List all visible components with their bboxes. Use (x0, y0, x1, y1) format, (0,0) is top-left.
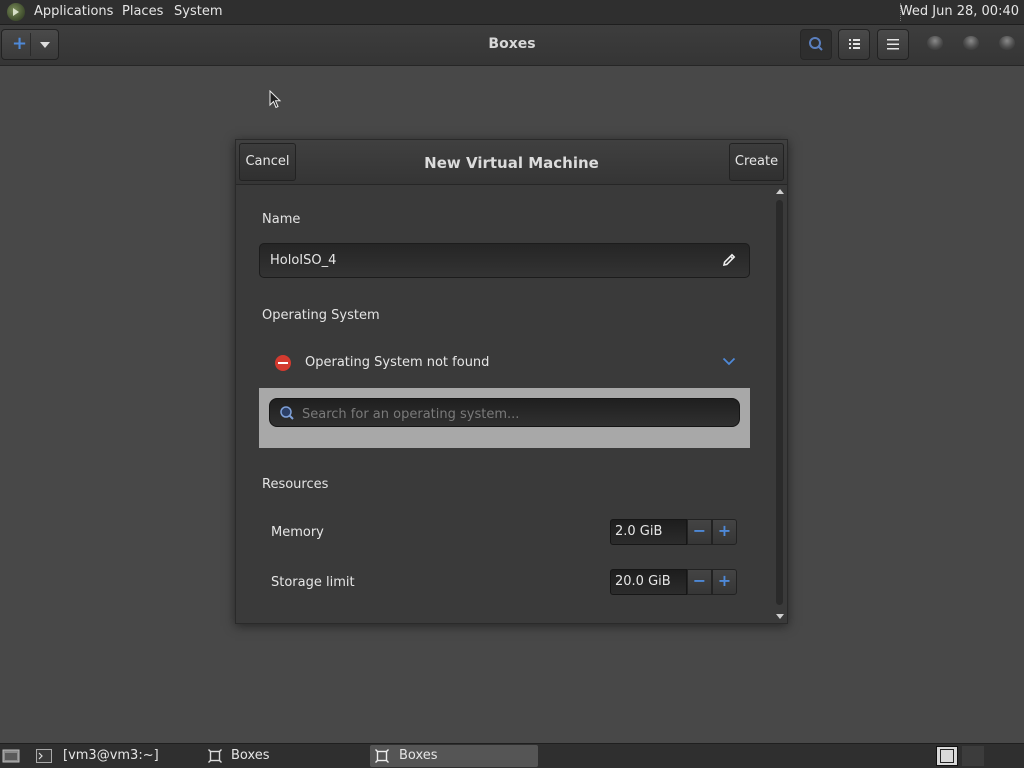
taskbar-item-label: Boxes (399, 748, 438, 763)
os-label: Operating System (262, 308, 380, 323)
memory-stepper: 2.0 GiB − + (610, 519, 737, 545)
taskbar: [vm3@vm3:~] Boxes Boxes (0, 743, 1024, 768)
dialog-header: Cancel New Virtual Machine Create (236, 140, 787, 185)
os-search-input[interactable] (300, 403, 724, 425)
name-value[interactable]: HoloISO_4 (270, 253, 336, 268)
os-search-panel (259, 388, 750, 448)
workspace-switcher-1[interactable] (936, 746, 958, 766)
os-search-entry[interactable] (269, 398, 740, 427)
name-field[interactable]: HoloISO_4 (259, 243, 750, 278)
search-button[interactable] (800, 29, 832, 60)
os-selector[interactable]: Operating System not found (259, 345, 750, 381)
list-view-button[interactable] (838, 29, 870, 60)
show-desktop-icon[interactable] (2, 748, 22, 764)
storage-decrease-button[interactable]: − (687, 569, 712, 595)
new-vm-dialog: Cancel New Virtual Machine Create Name H… (235, 139, 788, 624)
list-view-icon (849, 39, 860, 49)
no-entry-icon (275, 355, 291, 371)
memory-decrease-button[interactable]: − (687, 519, 712, 545)
storage-value[interactable]: 20.0 GiB (610, 569, 687, 595)
scrollbar-thumb[interactable] (776, 200, 783, 605)
top-panel: Applications Places System Wed Jun 28, 0… (0, 0, 1024, 25)
storage-limit-label: Storage limit (271, 575, 355, 590)
main-menu-button[interactable] (877, 29, 909, 60)
taskbar-item-label: Boxes (231, 748, 270, 763)
search-icon (280, 406, 294, 420)
distro-logo-icon[interactable] (7, 3, 25, 21)
os-status-text: Operating System not found (305, 355, 490, 370)
workspace-switcher-2[interactable] (962, 746, 984, 766)
scroll-down-icon[interactable] (776, 614, 784, 619)
storage-stepper: 20.0 GiB − + (610, 569, 737, 595)
memory-increase-button[interactable]: + (712, 519, 737, 545)
chevron-down-icon[interactable] (722, 357, 736, 366)
mouse-pointer-icon (269, 90, 282, 109)
dialog-title: New Virtual Machine (424, 154, 599, 172)
taskbar-item-terminal[interactable]: [vm3@vm3:~] (36, 745, 196, 767)
search-icon (809, 37, 823, 51)
close-window-icon[interactable] (999, 36, 1015, 50)
terminal-icon (36, 749, 52, 763)
hamburger-menu-icon (887, 39, 899, 50)
app-headerbar: + Boxes (0, 25, 1024, 66)
boxes-icon (208, 749, 222, 763)
create-button[interactable]: Create (729, 143, 784, 181)
dialog-scrollbar[interactable] (775, 188, 785, 620)
taskbar-item-boxes[interactable]: Boxes (204, 745, 364, 767)
maximize-window-icon[interactable] (963, 36, 979, 50)
pencil-icon[interactable] (721, 252, 737, 268)
memory-label: Memory (271, 525, 324, 540)
app-title: Boxes (488, 36, 536, 52)
clock[interactable]: Wed Jun 28, 00:40 (900, 4, 1019, 19)
taskbar-item-boxes-active[interactable]: Boxes (370, 745, 538, 767)
memory-value[interactable]: 2.0 GiB (610, 519, 687, 545)
menu-system[interactable]: System (174, 4, 222, 19)
minimize-window-icon[interactable] (927, 36, 943, 50)
resources-label: Resources (262, 477, 329, 492)
menu-places[interactable]: Places (122, 4, 163, 19)
boxes-icon (375, 749, 389, 763)
taskbar-item-label: [vm3@vm3:~] (63, 748, 159, 763)
menu-applications[interactable]: Applications (34, 4, 113, 19)
storage-increase-button[interactable]: + (712, 569, 737, 595)
scroll-up-icon[interactable] (776, 189, 784, 194)
name-label: Name (262, 212, 301, 227)
